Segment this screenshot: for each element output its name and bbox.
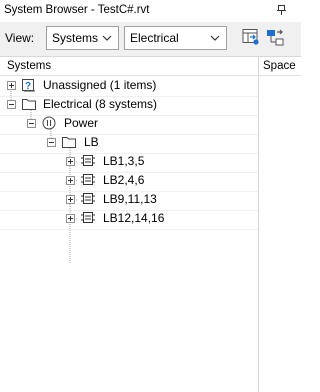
- title-bar: System Browser - TestC#.rvt: [0, 0, 301, 22]
- circuit-icon: [81, 193, 95, 204]
- folder-icon: [62, 137, 76, 148]
- tree-row-circuit[interactable]: LB12,14,16: [0, 209, 258, 228]
- tree-row-circuit[interactable]: LB9,11,13: [0, 190, 258, 209]
- view-select[interactable]: Systems: [46, 26, 119, 50]
- tree-item-label: Unassigned (1 items): [43, 78, 157, 92]
- power-system-icon: [42, 116, 56, 130]
- expand-toggle-icon[interactable]: [66, 176, 75, 185]
- toolbar: View: Systems Electrical: [0, 22, 301, 56]
- tree-item-label: LB9,11,13: [103, 192, 157, 206]
- tree-item-label: LB1,3,5: [103, 154, 145, 168]
- collapse-toggle-icon[interactable]: [7, 100, 16, 109]
- space-column-header[interactable]: Space: [263, 60, 296, 72]
- tree-row-unassigned[interactable]: ? Unassigned (1 items): [0, 76, 258, 95]
- chevron-down-icon: [210, 35, 220, 41]
- tree-row-power[interactable]: Power: [0, 114, 258, 133]
- column-settings-icon[interactable]: [241, 27, 261, 47]
- tree-item-label: LB12,14,16: [103, 211, 165, 225]
- collapse-toggle-icon[interactable]: [27, 119, 36, 128]
- tree-item-label: LB2,4,6: [103, 173, 145, 187]
- view-label: View:: [5, 31, 35, 45]
- expand-toggle-icon[interactable]: [66, 195, 75, 204]
- window-title: System Browser - TestC#.rvt: [4, 4, 150, 16]
- circuit-icon: [81, 174, 95, 185]
- view-select-value: Systems: [52, 31, 99, 45]
- discipline-select[interactable]: Electrical: [124, 26, 227, 50]
- tree-item-label: LB: [84, 135, 99, 149]
- folder-icon: [22, 99, 36, 110]
- circuit-icon: [81, 212, 95, 223]
- expand-toggle-icon[interactable]: [7, 81, 16, 90]
- tree-item-label: Electrical (8 systems): [43, 97, 158, 111]
- svg-text:?: ?: [25, 81, 31, 92]
- tree-row-electrical[interactable]: Electrical (8 systems): [0, 95, 258, 114]
- pin-icon[interactable]: [276, 4, 288, 16]
- column-divider[interactable]: [258, 57, 259, 392]
- tree-row-lb[interactable]: LB: [0, 133, 258, 152]
- collapse-toggle-icon[interactable]: [47, 138, 56, 147]
- auto-expand-icon[interactable]: [265, 27, 285, 47]
- tree-row-circuit[interactable]: LB1,3,5: [0, 152, 258, 171]
- tree-item-label: Power: [64, 116, 99, 130]
- unassigned-icon: ?: [22, 79, 35, 92]
- discipline-select-value: Electrical: [130, 31, 179, 45]
- system-tree-grid: Systems Space ? Unassigned (1 items) Ele…: [0, 56, 301, 392]
- expand-toggle-icon[interactable]: [66, 157, 75, 166]
- circuit-icon: [81, 155, 95, 166]
- tree-row-circuit[interactable]: LB2,4,6: [0, 171, 258, 190]
- chevron-down-icon: [102, 35, 112, 41]
- expand-toggle-icon[interactable]: [66, 214, 75, 223]
